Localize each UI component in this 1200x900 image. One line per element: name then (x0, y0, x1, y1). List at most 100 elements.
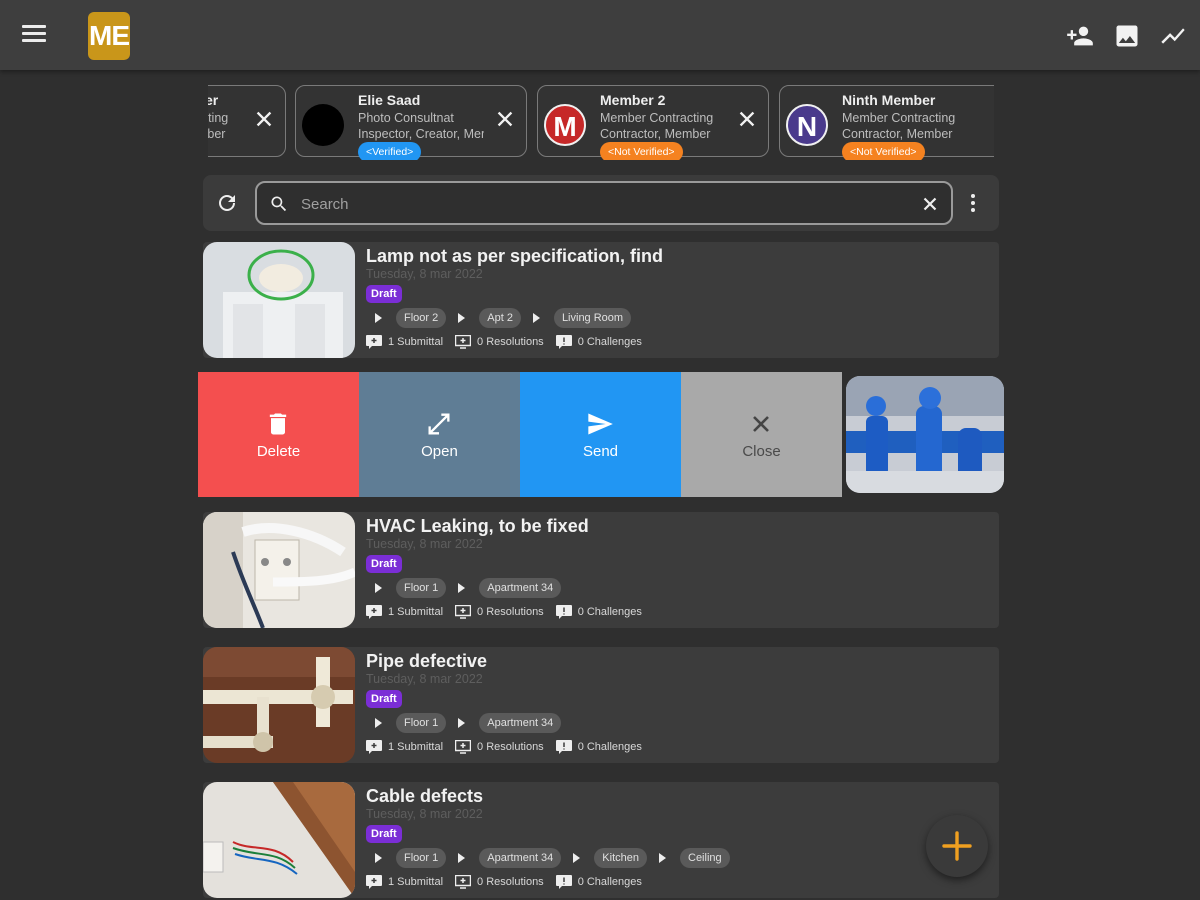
location-chip[interactable]: Living Room (553, 308, 632, 328)
location-chip[interactable]: Floor 2 (396, 308, 447, 328)
location-chip[interactable]: Floor 1 (396, 713, 447, 733)
location-chip[interactable]: Kitchen (594, 848, 647, 868)
challenge-icon (555, 875, 572, 889)
issue-date: Tuesday, 8 mar 2022 (366, 672, 483, 686)
issue-stats: 1 Submittal 0 Resolutions 0 Challenges (366, 740, 654, 754)
member-card[interactable]: Elie Saad Photo Consultnat Inspector, Cre… (295, 85, 527, 160)
clear-search-icon[interactable] (919, 193, 941, 215)
issue-title: Lamp not as per specification, find (366, 246, 664, 266)
remove-member-icon[interactable] (494, 108, 516, 130)
location-path: Floor 1 Apartment 34 (375, 578, 573, 598)
submittal-icon (366, 335, 382, 349)
issue-title: Cable defects (366, 786, 484, 806)
expand-icon (428, 413, 450, 435)
resolution-icon (455, 605, 472, 619)
issue-stats: 1 Submittal 0 Resolutions 0 Challenges (366, 335, 654, 349)
location-chip[interactable]: Floor 1 (396, 578, 447, 598)
member-card[interactable]: er Member ContractingContractor, Member (208, 85, 286, 157)
location-chip[interactable]: Floor 1 (396, 848, 447, 868)
location-chip[interactable]: Apartment 34 (479, 848, 562, 868)
submittal-icon (366, 740, 382, 754)
member-strip[interactable]: er Member ContractingContractor, Member … (208, 84, 994, 160)
issue-stats: 1 Submittal 0 Resolutions 0 Challenges (366, 605, 654, 619)
location-path: Floor 2 Apt 2 Living Room (375, 308, 643, 328)
status-badge: Draft (366, 285, 402, 303)
trending-icon[interactable] (1158, 22, 1188, 50)
send-icon (588, 413, 613, 435)
status-badge: Draft (366, 690, 402, 708)
close-button[interactable]: Close (681, 372, 842, 497)
search-box[interactable] (255, 181, 953, 225)
app-bar: ME (0, 0, 1200, 70)
location-path: Floor 1 Apartment 34 Kitchen Ceiling (375, 848, 742, 868)
chevron-right-icon (458, 853, 466, 863)
submittal-icon (366, 875, 382, 889)
member-card[interactable]: N Ninth Member Member Contracting Contrac… (779, 85, 994, 160)
submittal-icon (366, 605, 382, 619)
not-verified-badge: <Not Verified> (842, 142, 925, 160)
member-role: Photo ConsultnatInspector, Creator, Memb… (358, 111, 484, 141)
search-toolbar (203, 175, 999, 231)
open-button[interactable]: Open (359, 372, 520, 497)
issue-thumbnail (203, 782, 355, 898)
status-badge: Draft (366, 825, 402, 843)
verified-badge: <Verified> (358, 142, 422, 160)
chevron-right-icon (458, 313, 466, 323)
remove-member-icon[interactable] (253, 108, 275, 130)
member-role: Member ContractingContractor, Member (842, 111, 956, 141)
not-verified-badge: <Not Verified> (600, 142, 683, 160)
add-issue-button[interactable] (926, 815, 988, 877)
delete-button[interactable]: Delete (198, 372, 359, 497)
challenge-icon (555, 335, 572, 349)
avatar: N (786, 104, 828, 146)
location-chip[interactable]: Apartment 34 (479, 713, 562, 733)
trash-icon (269, 413, 287, 435)
chevron-right-icon (458, 583, 466, 593)
chevron-right-icon (659, 853, 666, 863)
member-name: Member 2 (600, 92, 666, 108)
issue-thumbnail (203, 512, 355, 628)
plus-icon (942, 831, 972, 861)
resolution-icon (455, 335, 472, 349)
avatar (302, 104, 344, 146)
issue-card[interactable]: Pipe defective Tuesday, 8 mar 2022 Draft… (203, 647, 999, 763)
member-role: Member ContractingContractor, Member (208, 111, 229, 141)
issue-thumbnail (846, 376, 1004, 493)
avatar: M (544, 104, 586, 146)
chevron-right-icon (375, 313, 382, 323)
send-button[interactable]: Send (520, 372, 681, 497)
member-role: Member ContractingContractor, Member (600, 111, 714, 141)
refresh-icon[interactable] (215, 191, 239, 215)
chevron-right-icon (375, 583, 382, 593)
issue-thumbnail (203, 647, 355, 763)
issue-card[interactable]: HVAC Leaking, to be fixed Tuesday, 8 mar… (203, 512, 999, 628)
chevron-right-icon (532, 313, 540, 323)
search-icon (271, 196, 287, 212)
issue-date: Tuesday, 8 mar 2022 (366, 537, 483, 551)
search-input[interactable] (301, 189, 901, 219)
member-name: Ninth Member (842, 92, 936, 108)
issue-date: Tuesday, 8 mar 2022 (366, 807, 483, 821)
location-chip[interactable]: Apartment 34 (479, 578, 562, 598)
issue-title: Pipe defective (366, 651, 488, 671)
chevron-right-icon (375, 853, 382, 863)
issue-card[interactable]: Cable defects Tuesday, 8 mar 2022 Draft … (203, 782, 999, 898)
swipe-actions: Delete Open Send Close (198, 372, 1004, 497)
resolution-icon (455, 740, 472, 754)
issue-date: Tuesday, 8 mar 2022 (366, 267, 483, 281)
remove-member-icon[interactable] (992, 108, 994, 130)
location-chip[interactable]: Ceiling (680, 848, 730, 868)
chevron-right-icon (375, 718, 382, 728)
menu-icon[interactable] (22, 22, 52, 48)
image-icon[interactable] (1112, 22, 1142, 50)
add-person-icon[interactable] (1065, 22, 1095, 50)
location-chip[interactable]: Apt 2 (479, 308, 521, 328)
app-logo: ME (88, 12, 130, 60)
issue-title: HVAC Leaking, to be fixed (366, 516, 589, 536)
issue-thumbnail (203, 242, 355, 358)
member-card[interactable]: M Member 2 Member Contracting Contractor,… (537, 85, 769, 160)
remove-member-icon[interactable] (736, 108, 758, 130)
chevron-right-icon (573, 853, 581, 863)
issue-card[interactable]: Lamp not as per specification, find Tues… (203, 242, 999, 358)
more-vert-icon[interactable] (969, 191, 985, 215)
